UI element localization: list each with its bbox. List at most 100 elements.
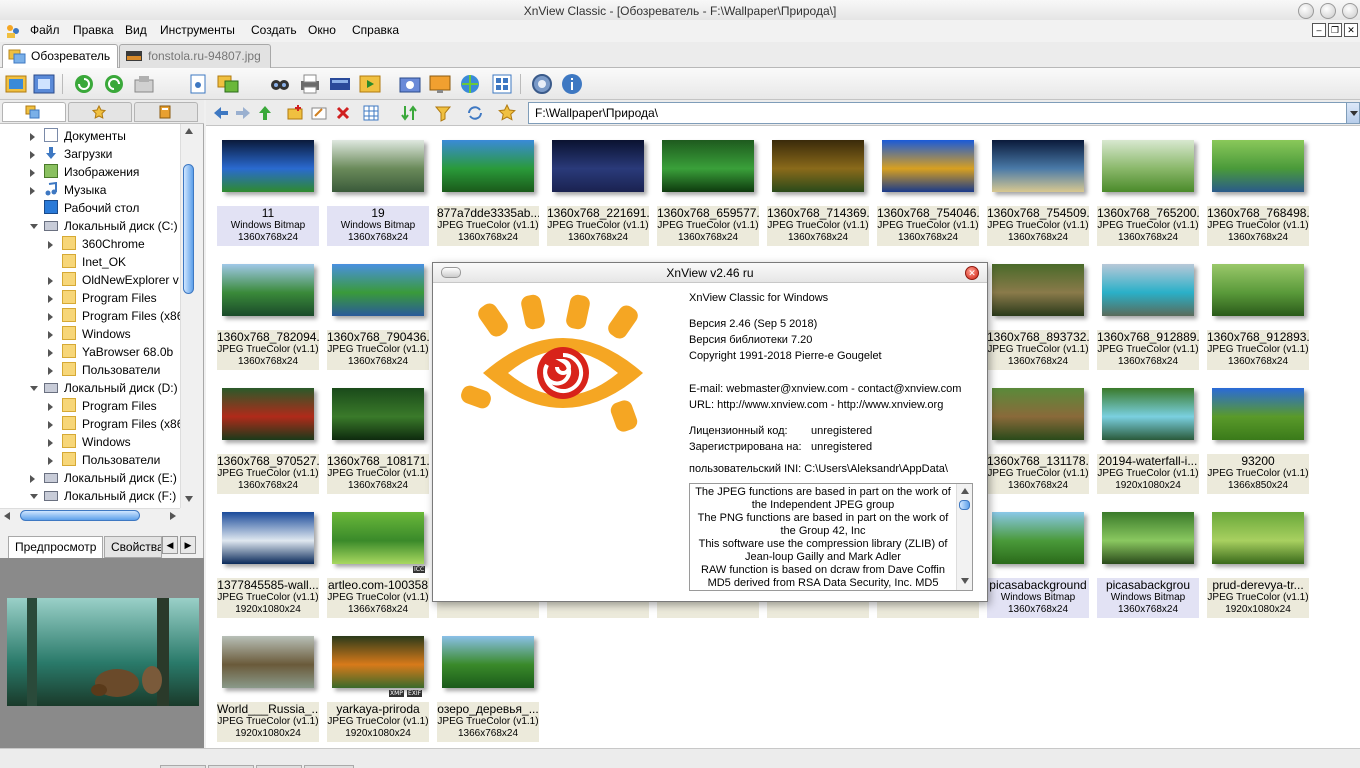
- favorites-star-icon[interactable]: [498, 104, 516, 122]
- delete-icon[interactable]: [334, 104, 352, 122]
- collapsed-arrow-icon[interactable]: [48, 439, 53, 447]
- collapsed-arrow-icon[interactable]: [48, 331, 53, 339]
- tab-browser[interactable]: Обозреватель: [2, 44, 118, 68]
- credits-list[interactable]: The JPEG functions are based in part on …: [689, 483, 973, 591]
- tree-item[interactable]: Windows: [0, 433, 196, 451]
- thumbnail-item[interactable]: 1360x768_970527... JPEG TrueColor (v1.1) 1…: [217, 374, 319, 494]
- scroll-thumb[interactable]: [183, 164, 194, 294]
- thumbnail-item[interactable]: 1360x768_754046... JPEG TrueColor (v1.1) 1…: [877, 126, 979, 246]
- thumbnail-item[interactable]: 1360x768_912889... JPEG TrueColor (v1.1) 1…: [1097, 250, 1199, 370]
- expanded-arrow-icon[interactable]: [30, 494, 38, 499]
- mdi-minimize-button[interactable]: –: [1312, 23, 1326, 37]
- tree-item[interactable]: Program Files (x86: [0, 415, 196, 433]
- thumbnail-item[interactable]: 1360x768_893732... JPEG TrueColor (v1.1) 1…: [987, 250, 1089, 370]
- thumbnail-item[interactable]: World___Russia_... JPEG TrueColor (v1.1) 1…: [217, 622, 319, 742]
- tree-item[interactable]: Локальный диск (D:): [0, 379, 196, 397]
- collapsed-arrow-icon[interactable]: [30, 169, 35, 177]
- collapsed-arrow-icon[interactable]: [48, 277, 53, 285]
- tree-vertical-scrollbar[interactable]: [180, 124, 196, 508]
- thumbnail-item[interactable]: artleo.com-100358 JPEG TrueColor (v1.1) 13…: [327, 498, 429, 618]
- thumbnail-item[interactable]: 20194-waterfall-i... JPEG TrueColor (v1.1…: [1097, 374, 1199, 494]
- thumbnail-item[interactable]: 1360x768_131178... JPEG TrueColor (v1.1) 1…: [987, 374, 1089, 494]
- collapsed-arrow-icon[interactable]: [30, 187, 35, 195]
- collapsed-arrow-icon[interactable]: [48, 457, 53, 465]
- tab-scroll-right-button[interactable]: ▶: [180, 536, 196, 554]
- menu-edit[interactable]: Правка: [73, 23, 114, 37]
- slideshow-icon[interactable]: [358, 72, 382, 96]
- thumbnail-item[interactable]: озеро_деревья_... JPEG TrueColor (v1.1) 13…: [437, 622, 539, 742]
- collapsed-arrow-icon[interactable]: [30, 151, 35, 159]
- tree-item[interactable]: Windows: [0, 325, 196, 343]
- menu-view[interactable]: Вид: [125, 23, 147, 37]
- menu-file[interactable]: Файл: [30, 23, 60, 37]
- tree-item[interactable]: YaBrowser 68.0b: [0, 343, 196, 361]
- address-dropdown-button[interactable]: [1346, 102, 1360, 124]
- acquire-icon[interactable]: [132, 72, 156, 96]
- collapsed-arrow-icon[interactable]: [30, 133, 35, 141]
- tree-item[interactable]: Рабочий стол: [0, 199, 196, 217]
- collapsed-arrow-icon[interactable]: [48, 403, 53, 411]
- scroll-down-arrow-icon[interactable]: [185, 496, 193, 502]
- scroll-thumb[interactable]: [20, 510, 140, 521]
- tree-item[interactable]: 360Chrome: [0, 235, 196, 253]
- collapsed-arrow-icon[interactable]: [48, 313, 53, 321]
- tree-item[interactable]: Локальный диск (F:): [0, 487, 196, 505]
- tab-favorites[interactable]: [68, 102, 132, 122]
- open-file-icon[interactable]: [186, 72, 210, 96]
- wallpaper-icon[interactable]: [428, 72, 452, 96]
- thumbnail-item[interactable]: picasabackgrou Windows Bitmap 1360x768x24: [1097, 498, 1199, 618]
- thumbnail-item[interactable]: picasabackground Windows Bitmap 1360x768x2…: [987, 498, 1089, 618]
- scroll-left-arrow-icon[interactable]: [4, 512, 10, 520]
- menu-tools[interactable]: Инструменты: [160, 23, 235, 37]
- thumbnail-item[interactable]: 1360x768_912893... JPEG TrueColor (v1.1) 1…: [1207, 250, 1309, 370]
- tree-item[interactable]: Документы: [0, 127, 196, 145]
- refresh-icon[interactable]: [72, 72, 96, 96]
- tab-image[interactable]: fonstola.ru-94807.jpg: [119, 44, 271, 68]
- parent-folder-icon[interactable]: [256, 104, 274, 122]
- credits-scrollbar[interactable]: [956, 484, 972, 590]
- convert-icon[interactable]: [216, 72, 240, 96]
- collapsed-arrow-icon[interactable]: [48, 295, 53, 303]
- mdi-close-button[interactable]: ✕: [1344, 23, 1358, 37]
- thumbnail-item[interactable]: 1360x768_108171... JPEG TrueColor (v1.1) 1…: [327, 374, 429, 494]
- thumbnail-item[interactable]: 93200 JPEG TrueColor (v1.1) 1366x850x24: [1207, 374, 1309, 494]
- tree-item[interactable]: Пользователи: [0, 361, 196, 379]
- thumbnail-item[interactable]: 1360x768_765200... JPEG TrueColor (v1.1) 1…: [1097, 126, 1199, 246]
- back-arrow-icon[interactable]: [212, 104, 230, 122]
- tab-preview[interactable]: Предпросмотр: [8, 536, 104, 558]
- collapsed-arrow-icon[interactable]: [48, 421, 53, 429]
- expanded-arrow-icon[interactable]: [30, 224, 38, 229]
- tab-scroll-left-button[interactable]: ◀: [162, 536, 178, 554]
- collapsed-arrow-icon[interactable]: [48, 241, 53, 249]
- tab-properties[interactable]: Свойства: [104, 536, 162, 558]
- thumbnail-item[interactable]: 1360x768_790436... JPEG TrueColor (v1.1) 1…: [327, 250, 429, 370]
- rename-icon[interactable]: [310, 104, 328, 122]
- minimize-button[interactable]: [1298, 3, 1314, 19]
- fullscreen-icon[interactable]: [32, 72, 56, 96]
- tree-item[interactable]: Program Files: [0, 397, 196, 415]
- thumbnail-item[interactable]: 19 Windows Bitmap 1360x768x24: [327, 126, 429, 246]
- scroll-thumb[interactable]: [959, 500, 970, 510]
- thumbnail-item[interactable]: 1360x768_714369... JPEG TrueColor (v1.1) 1…: [767, 126, 869, 246]
- tree-item[interactable]: OldNewExplorer v: [0, 271, 196, 289]
- address-input[interactable]: F:\Wallpaper\Природа\: [528, 102, 1350, 124]
- view-mode-icon[interactable]: [362, 104, 380, 122]
- thumbnail-item[interactable]: 1360x768_754509... JPEG TrueColor (v1.1) 1…: [987, 126, 1089, 246]
- menu-create[interactable]: Создать: [251, 23, 297, 37]
- thumbnail-item[interactable]: 1360x768_221691... JPEG TrueColor (v1.1) 1…: [547, 126, 649, 246]
- tree-item[interactable]: Локальный диск (E:): [0, 469, 196, 487]
- thumbnail-item[interactable]: prud-derevya-tr... JPEG TrueColor (v1.1) 1…: [1207, 498, 1309, 618]
- tab-folders[interactable]: [2, 102, 66, 122]
- tree-item[interactable]: Inet_OK: [0, 253, 196, 271]
- scroll-right-arrow-icon[interactable]: [170, 512, 176, 520]
- tree-item[interactable]: Локальный диск (C:): [0, 217, 196, 235]
- thumbnail-item[interactable]: 1360x768_659577... JPEG TrueColor (v1.1) 1…: [657, 126, 759, 246]
- scroll-down-arrow-icon[interactable]: [961, 578, 969, 584]
- thumbnail-item[interactable]: yarkaya-priroda JPEG TrueColor (v1.1) 1920…: [327, 622, 429, 742]
- scroll-up-arrow-icon[interactable]: [961, 488, 969, 494]
- tree-horizontal-scrollbar[interactable]: [0, 508, 180, 522]
- new-folder-icon[interactable]: [286, 104, 304, 122]
- scan-icon[interactable]: [328, 72, 352, 96]
- info-icon[interactable]: [560, 72, 584, 96]
- tab-categories[interactable]: [134, 102, 198, 122]
